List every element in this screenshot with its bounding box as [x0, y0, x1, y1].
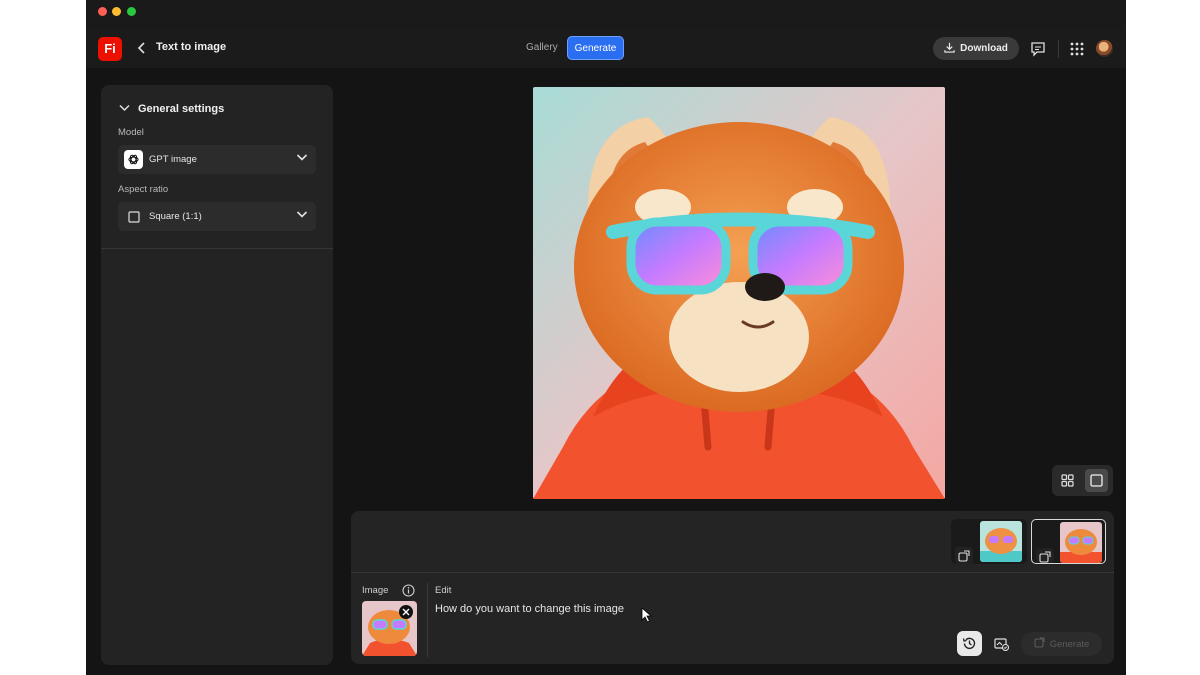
edit-label: Edit	[435, 585, 452, 596]
app-window: Fi Text to image Gallery Generate Downlo…	[86, 0, 1126, 675]
openai-icon	[124, 150, 143, 169]
generate-tab[interactable]: Generate	[567, 36, 624, 60]
generate-button-label: Generate	[1049, 638, 1090, 650]
general-settings-title: General settings	[138, 103, 225, 115]
history-icon[interactable]	[957, 631, 982, 656]
back-icon[interactable]	[136, 39, 148, 57]
mouse-cursor-icon	[641, 607, 653, 628]
window-titlebar	[86, 0, 1126, 28]
model-label: Model	[118, 127, 144, 138]
prompt-divider	[351, 572, 1114, 573]
comment-icon[interactable]	[1028, 39, 1048, 59]
avatar[interactable]	[1096, 40, 1113, 57]
remix-icon[interactable]	[1036, 548, 1054, 563]
download-label: Download	[960, 43, 1008, 54]
info-icon[interactable]	[402, 584, 415, 602]
chevron-down-icon	[119, 103, 130, 115]
prompt-vertical-divider	[427, 583, 428, 657]
aspect-ratio-select[interactable]: Square (1:1)	[118, 202, 316, 231]
apps-grid-icon[interactable]	[1067, 39, 1087, 59]
close-window-button[interactable]	[98, 7, 107, 16]
general-settings-toggle[interactable]: General settings	[119, 103, 224, 115]
square-icon	[124, 207, 143, 226]
maximize-window-button[interactable]	[127, 7, 136, 16]
app-logo[interactable]: Fi	[98, 37, 122, 61]
variation-thumbnail-selected[interactable]	[1031, 519, 1106, 564]
close-icon[interactable]	[399, 605, 413, 619]
thumbnail-image	[1060, 522, 1102, 563]
app-header: Fi Text to image Gallery Generate Downlo…	[86, 28, 1126, 68]
chevron-down-icon	[296, 153, 308, 165]
grid-view-icon[interactable]	[1056, 469, 1079, 492]
generated-image[interactable]	[533, 87, 945, 499]
aspect-ratio-label: Aspect ratio	[118, 184, 169, 195]
model-value: GPT image	[149, 154, 197, 165]
gallery-tab[interactable]: Gallery	[526, 42, 558, 53]
prompt-panel: Image Edit How do you want to change thi…	[351, 511, 1114, 664]
download-button[interactable]: Download	[933, 37, 1019, 60]
model-select[interactable]: GPT image	[118, 145, 316, 174]
style-reference-icon[interactable]	[992, 635, 1010, 653]
chevron-down-icon	[296, 210, 308, 222]
thumbnail-image	[980, 521, 1022, 562]
minimize-window-button[interactable]	[112, 7, 121, 16]
generate-icon	[1034, 637, 1045, 651]
variation-thumbnail[interactable]	[951, 519, 1027, 564]
generate-button[interactable]: Generate	[1021, 632, 1102, 656]
image-reference-label: Image	[362, 585, 389, 596]
aspect-ratio-value: Square (1:1)	[149, 211, 202, 222]
settings-panel: General settings Model GPT image Aspect …	[101, 85, 333, 665]
page-title: Text to image	[156, 41, 227, 53]
header-divider	[1058, 40, 1059, 58]
remix-icon[interactable]	[955, 547, 973, 564]
download-icon	[944, 42, 955, 56]
prompt-input[interactable]: How do you want to change this image	[435, 603, 624, 615]
view-toggle	[1052, 465, 1113, 496]
single-view-icon[interactable]	[1085, 469, 1108, 492]
panel-divider	[101, 248, 333, 249]
